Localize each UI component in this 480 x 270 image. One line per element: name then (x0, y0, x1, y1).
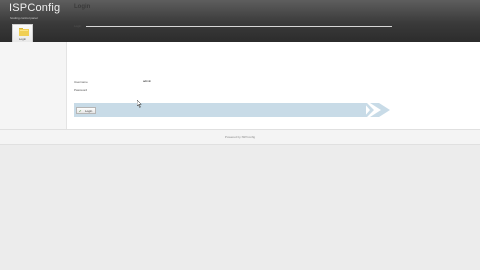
login-button[interactable]: ✔ Login (76, 107, 96, 114)
footer-text: Powered by ISPConfig (224, 135, 256, 139)
password-label: Password (74, 88, 88, 92)
password-input[interactable] (142, 86, 176, 92)
action-bar (74, 103, 366, 117)
folder-icon (19, 28, 29, 36)
tab-login-label: Login (18, 37, 27, 41)
username-label: Username (74, 80, 88, 84)
brand-subtitle: hosting control panel (10, 16, 38, 20)
page-footer: Powered by ISPConfig (0, 129, 480, 145)
username-input[interactable] (142, 78, 176, 84)
action-bar-chevron-icon (370, 103, 390, 117)
login-button-label: Login (85, 109, 93, 113)
app-header: ISPConfig hosting control panel Login (0, 0, 480, 43)
tab-login[interactable]: Login (12, 24, 33, 43)
left-sidebar (0, 42, 67, 129)
mouse-cursor-icon (137, 100, 142, 108)
brand-logo-text: ISPConfig (9, 2, 61, 14)
page-title: Login (74, 4, 91, 10)
check-icon: ✔ (79, 109, 82, 113)
form-legend: Login (74, 24, 82, 28)
fieldset-divider (86, 26, 392, 27)
